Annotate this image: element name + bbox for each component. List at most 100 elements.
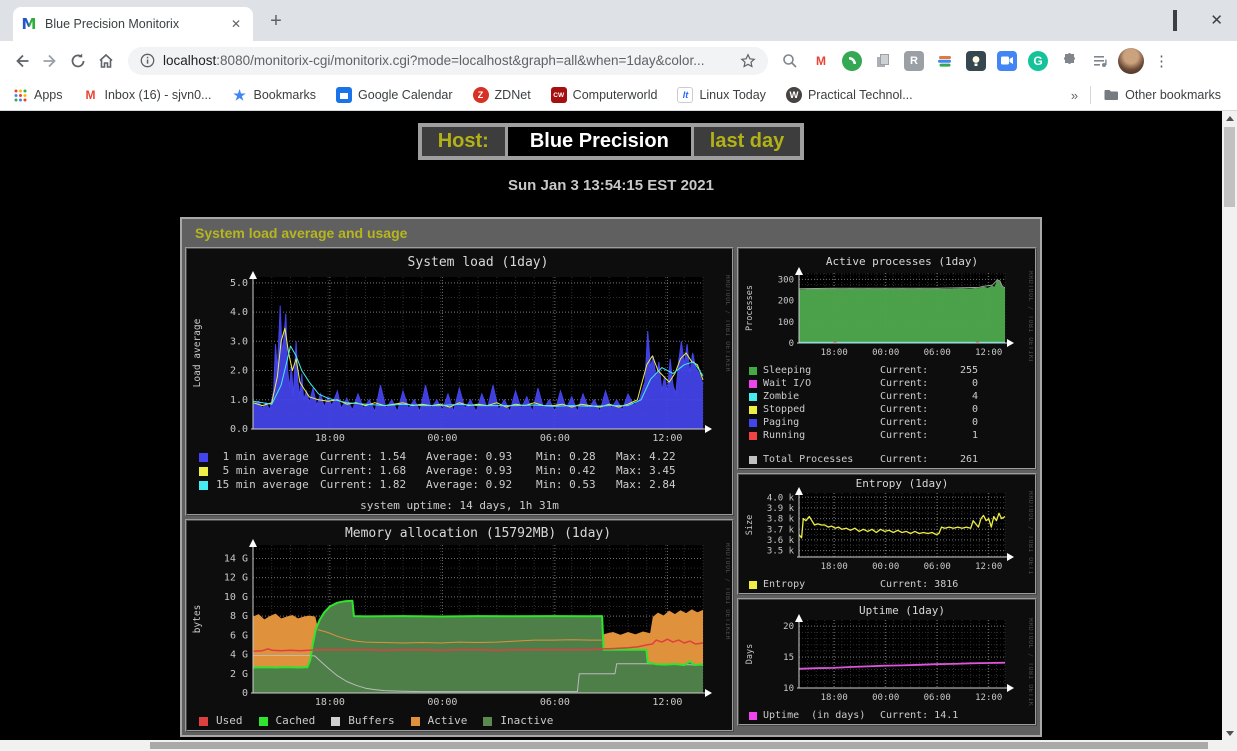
legend-swatch (259, 717, 268, 726)
legend-text: Used (216, 714, 243, 728)
bookmarks-bar: Apps M Inbox (16) - sjvn0... ★ Bookmarks… (0, 80, 1237, 111)
bookmark-label: Apps (34, 88, 63, 102)
x-tick-label: 12:00 (975, 348, 1002, 358)
tab-close-icon[interactable]: ✕ (227, 17, 245, 31)
panel-active-processes: 18:0000:0006:0012:000100200300Active pro… (737, 247, 1037, 470)
tab-strip: M Blue Precision Monitorix ✕ + ✕ (0, 0, 1237, 41)
wordpress-icon: W (786, 87, 802, 103)
vertical-scroll-thumb[interactable] (1224, 127, 1235, 207)
y-tick-label: 3.6 k (767, 536, 795, 546)
back-button[interactable] (8, 47, 36, 75)
memory-allocation-graph[interactable]: 18:0000:0006:0012:0002 G4 G6 G8 G10 G12 … (189, 523, 730, 711)
new-tab-button[interactable]: + (263, 9, 289, 35)
entropy-graph[interactable]: 18:0000:0006:0012:003.5 k3.6 k3.7 k3.8 k… (741, 477, 1033, 575)
bookmark-google-calendar[interactable]: Google Calendar (336, 87, 453, 103)
playlist-extension-icon[interactable] (1090, 51, 1110, 71)
camera-extension-icon[interactable] (997, 51, 1017, 71)
y-tick-label: 3.5 k (767, 547, 795, 557)
bookmark-apps[interactable]: Apps (12, 87, 63, 103)
other-bookmarks[interactable]: Other bookmarks (1103, 87, 1221, 103)
browser-window: M Blue Precision Monitorix ✕ + ✕ (0, 0, 1237, 751)
active-processes-graph[interactable]: 18:0000:0006:0012:000100200300Active pro… (741, 251, 1033, 361)
bookmark-linux-today[interactable]: lt Linux Today (677, 87, 766, 103)
extensions-puzzle-icon[interactable] (1059, 51, 1079, 71)
legend-text: Average: 0.92 (426, 478, 536, 492)
forward-button[interactable] (36, 47, 64, 75)
horizontal-scrollbar[interactable] (0, 740, 1222, 751)
voice-extension-icon[interactable] (842, 51, 862, 71)
tab-title: Blue Precision Monitorix (45, 17, 227, 31)
bookmark-bookmarks[interactable]: ★ Bookmarks (232, 87, 317, 103)
bookmarks-overflow-icon[interactable]: » (1071, 88, 1078, 103)
y-axis-label: Days (745, 644, 755, 664)
search-extension-icon[interactable] (780, 51, 800, 71)
legend-text: 0 (944, 377, 978, 390)
rrdtool-watermark: RRDTOOL / TOBI OETIKER (724, 543, 730, 640)
scroll-up-icon[interactable] (1222, 111, 1237, 125)
scroll-down-icon[interactable] (1222, 726, 1237, 740)
rrdtool-watermark: RRDTOOL / TOBI OETIKER (1027, 271, 1033, 361)
bookmark-star-icon[interactable] (740, 53, 756, 69)
maximize-button[interactable] (1173, 12, 1177, 30)
home-button[interactable] (92, 47, 120, 75)
bookmark-practical-technology[interactable]: W Practical Technol... (786, 87, 913, 103)
books-extension-icon[interactable] (935, 51, 955, 71)
y-tick-label: 200 (778, 297, 794, 307)
current-date: Sun Jan 3 13:54:15 EST 2021 (0, 177, 1222, 194)
scrollbar-corner (1222, 740, 1237, 751)
legend-item: Active (411, 714, 468, 728)
close-window-button[interactable]: ✕ (1210, 13, 1223, 28)
rrdtool-watermark: RRDTOOL / TOBI OETIKER (1027, 618, 1033, 706)
y-tick-label: 6 G (230, 630, 248, 641)
apps-grid-icon (12, 87, 28, 103)
x-tick-label: 06:00 (540, 697, 570, 708)
legend-swatch (749, 393, 757, 401)
r-extension-icon[interactable]: R (904, 51, 924, 71)
rrdtool-watermark: RRDTOOL / TOBI OETIKER (1027, 491, 1033, 575)
window-controls: ✕ (1140, 0, 1223, 41)
uptime-graph[interactable]: 18:0000:0006:0012:00101520Uptime (1day)D… (741, 602, 1033, 706)
vertical-scrollbar[interactable] (1222, 111, 1237, 740)
page-content: Host: Blue Precision last day Sun Jan 3 … (0, 111, 1237, 751)
charts-column-left: 18:0000:0006:0012:000.01.02.03.04.05.0Sy… (185, 247, 734, 732)
legend-row: ZombieCurrent:4 (741, 390, 1033, 403)
y-tick-label: 100 (778, 318, 794, 328)
chart-title: System load (1day) (408, 255, 549, 270)
lamp-extension-icon[interactable] (966, 51, 986, 71)
legend-text: Max: 3.45 (616, 464, 676, 478)
browser-menu-icon[interactable]: ⋮ (1154, 52, 1169, 70)
x-tick-label: 00:00 (872, 693, 899, 703)
legend-swatch (483, 717, 492, 726)
legend-text: Average: 0.93 (426, 450, 536, 464)
system-load-graph[interactable]: 18:0000:0006:0012:000.01.02.03.04.05.0Sy… (189, 251, 730, 447)
chart-title: Uptime (1day) (859, 604, 945, 617)
grammarly-extension-icon[interactable]: G (1028, 51, 1048, 71)
legend-row: PagingCurrent:0 (741, 416, 1033, 429)
copy-pages-extension-icon[interactable] (873, 51, 893, 71)
browser-tab[interactable]: M Blue Precision Monitorix ✕ (13, 7, 253, 41)
legend-swatch (199, 481, 208, 490)
bookmark-inbox[interactable]: M Inbox (16) - sjvn0... (83, 87, 212, 103)
gmail-extension-icon[interactable]: M (811, 51, 831, 71)
bookmark-label: Computerworld (573, 88, 658, 102)
host-header-table: Host: Blue Precision last day (418, 123, 805, 160)
bookmark-computerworld[interactable]: CW Computerworld (551, 87, 658, 103)
active-processes-legend: SleepingCurrent:255Wait I/OCurrent:0Zomb… (741, 364, 1033, 466)
legend-row: SleepingCurrent:255 (741, 364, 1033, 377)
legend-row: 1 min averageCurrent: 1.54Average: 0.93M… (189, 450, 730, 464)
profile-avatar[interactable] (1118, 48, 1144, 74)
horizontal-scroll-thumb[interactable] (150, 742, 1208, 749)
legend-text: Average: 0.93 (426, 464, 536, 478)
reload-button[interactable] (64, 47, 92, 75)
url-bar[interactable]: localhost :8080/monitorix-cgi/monitorix.… (128, 47, 768, 75)
legend-text: Sleeping (763, 364, 880, 377)
legend-text: Max: 4.22 (616, 450, 676, 464)
time-range[interactable]: last day (694, 127, 800, 156)
page-info-icon[interactable] (140, 53, 155, 68)
legend-swatch (411, 717, 420, 726)
bookmark-zdnet[interactable]: Z ZDNet (473, 87, 531, 103)
x-tick-label: 00:00 (427, 433, 457, 444)
panel-system-load: 18:0000:0006:0012:000.01.02.03.04.05.0Sy… (185, 247, 734, 516)
legend-text: Cached (276, 714, 316, 728)
legend-row: EntropyCurrent: 3816 (741, 578, 1033, 591)
